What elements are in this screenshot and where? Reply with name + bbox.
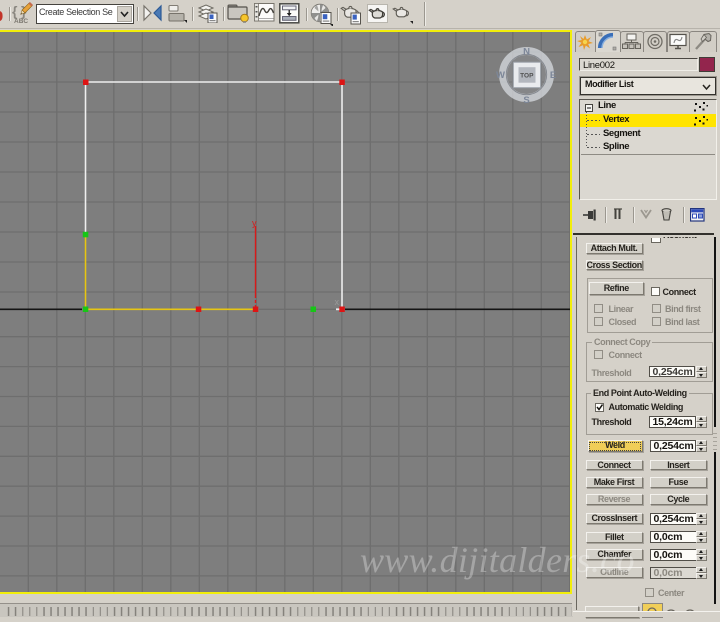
svg-text:E: E [550,70,556,81]
svg-text:{: { [12,3,18,19]
svg-text:x: x [335,297,340,307]
svg-text:TOP: TOP [520,72,534,79]
svg-text:ABC: ABC [14,18,28,25]
svg-text:y: y [252,218,257,228]
svg-text:S: S [523,95,529,106]
svg-text:N: N [523,47,530,58]
svg-text:W: W [496,70,505,81]
